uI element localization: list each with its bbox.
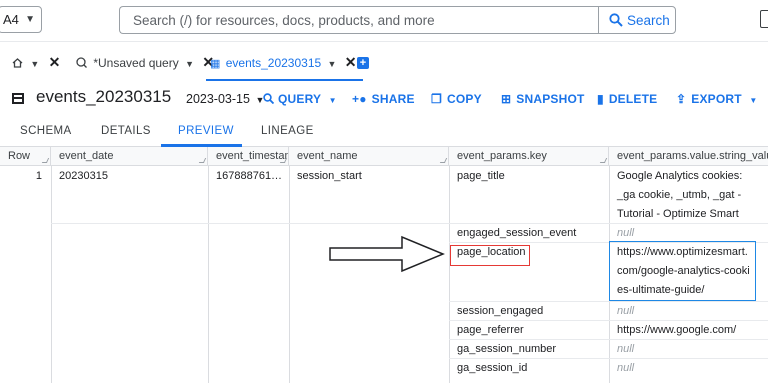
resize-grip-icon[interactable] bbox=[599, 158, 608, 163]
date-selector[interactable]: 2023-03-15 ▼ bbox=[186, 92, 264, 106]
tab-schema[interactable]: SCHEMA bbox=[20, 125, 72, 137]
column-header-event-date: event_date bbox=[51, 147, 208, 166]
search-icon bbox=[263, 93, 275, 105]
column-header-label: event_params.value.string_value bbox=[617, 150, 768, 162]
delete-button-label: DELETE bbox=[608, 92, 658, 106]
row-divider bbox=[51, 223, 449, 224]
trash-icon: ▮ bbox=[597, 92, 604, 106]
query-icon bbox=[76, 57, 87, 68]
caret-down-icon: ▼ bbox=[328, 96, 337, 105]
tab-events-table[interactable]: ▦ events_20230315 ▼ ✕ bbox=[206, 42, 363, 82]
highlight-box-value bbox=[609, 241, 756, 301]
table-icon bbox=[12, 93, 24, 104]
param-key: engaged_session_event bbox=[457, 227, 577, 239]
delete-button[interactable]: ▮ DELETE bbox=[597, 92, 657, 106]
tab-events-table-label: events_20230315 bbox=[225, 56, 322, 70]
tab-unsaved-query-label: *Unsaved query bbox=[93, 56, 179, 70]
date-value: 2023-03-15 bbox=[186, 92, 250, 106]
column-header-event-name: event_name bbox=[289, 147, 449, 166]
close-tab-icon[interactable]: ✕ bbox=[345, 54, 357, 70]
search-button-label: Search bbox=[627, 13, 670, 28]
cell-event-name: session_start bbox=[297, 170, 362, 182]
column-header-event-params-key: event_params.key bbox=[449, 147, 609, 166]
tab-details[interactable]: DETAILS bbox=[101, 125, 151, 137]
highlight-box-key bbox=[450, 245, 530, 266]
param-key: page_title bbox=[457, 170, 505, 182]
new-tab-plus-icon[interactable]: + bbox=[357, 57, 369, 69]
search-button[interactable]: Search bbox=[598, 6, 676, 34]
row-number: 1 bbox=[35, 170, 42, 182]
home-icon bbox=[12, 58, 23, 68]
share-button[interactable]: +● SHARE bbox=[352, 92, 415, 106]
column-header-event-params-value: event_params.value.string_value bbox=[609, 147, 768, 166]
param-value-null: null bbox=[617, 305, 635, 317]
query-button[interactable]: QUERY ▼ bbox=[263, 92, 337, 106]
resize-grip-icon[interactable] bbox=[41, 158, 50, 163]
param-value: Google Analytics cookies: _ga cookie, _u… bbox=[617, 170, 743, 220]
add-person-icon: +● bbox=[352, 92, 367, 106]
column-divider bbox=[208, 166, 209, 383]
cell-event-timestamp: 167888761… bbox=[216, 170, 283, 182]
column-header-label: event_name bbox=[297, 150, 358, 162]
column-header-row: Row bbox=[0, 147, 51, 166]
annotation-arrow bbox=[329, 235, 445, 273]
column-divider bbox=[51, 166, 52, 383]
table-icon: ▦ bbox=[210, 58, 221, 70]
param-key: ga_session_number bbox=[457, 343, 557, 355]
tab-query-caret-icon[interactable]: ▼ bbox=[185, 59, 194, 69]
param-key: session_engaged bbox=[457, 305, 544, 317]
param-value-null: null bbox=[617, 343, 635, 355]
cell-event-date: 20230315 bbox=[59, 170, 108, 182]
snapshot-button-label: SNAPSHOT bbox=[516, 92, 585, 106]
param-value: https://www.google.com/ bbox=[617, 324, 737, 336]
page-title: events_20230315 bbox=[36, 87, 172, 106]
column-header-label: event_params.key bbox=[457, 150, 547, 162]
terminal-icon[interactable] bbox=[760, 10, 768, 28]
table-toolbar: events_20230315 2023-03-15 ▼ QUERY ▼ +● S… bbox=[0, 81, 768, 117]
column-header-event-timestamp: event_timestamp bbox=[208, 147, 289, 166]
snapshot-icon: ⊞ bbox=[501, 92, 512, 106]
snapshot-button[interactable]: ⊞ SNAPSHOT bbox=[501, 92, 585, 106]
copy-icon: ❐ bbox=[431, 92, 442, 106]
tab-preview[interactable]: PREVIEW bbox=[178, 125, 234, 137]
column-header-label: event_timestamp bbox=[216, 150, 288, 162]
query-button-label: QUERY bbox=[278, 92, 322, 106]
param-key: ga_session_id bbox=[457, 362, 528, 374]
close-tab-icon[interactable]: ✕ bbox=[49, 54, 61, 70]
column-divider bbox=[289, 166, 290, 383]
tab-table-caret-icon[interactable]: ▼ bbox=[328, 59, 337, 69]
column-header-label: Row bbox=[8, 150, 31, 162]
copy-button[interactable]: ❐ COPY bbox=[431, 92, 482, 106]
resize-grip-icon[interactable] bbox=[439, 158, 448, 163]
project-name: A4 bbox=[3, 12, 19, 27]
param-value-null: null bbox=[617, 362, 635, 374]
export-button[interactable]: ⇪ EXPORT ▼ bbox=[676, 92, 757, 106]
table-detail-tabs: SCHEMA DETAILS PREVIEW LINEAGE bbox=[0, 117, 768, 147]
column-header-label: event_date bbox=[59, 150, 114, 162]
project-selector[interactable]: A4 ▼ bbox=[0, 6, 42, 33]
export-button-label: EXPORT bbox=[691, 92, 742, 106]
top-search-bar: A4 ▼ Search (/) for resources, docs, pro… bbox=[0, 0, 768, 41]
param-key: page_referrer bbox=[457, 324, 524, 336]
share-button-label: SHARE bbox=[371, 92, 415, 106]
search-placeholder: Search (/) for resources, docs, products… bbox=[133, 13, 435, 28]
tab-home[interactable]: ▼ ✕ bbox=[12, 42, 60, 82]
caret-down-icon: ▼ bbox=[25, 14, 35, 25]
tab-lineage[interactable]: LINEAGE bbox=[261, 125, 314, 137]
tab-unsaved-query[interactable]: *Unsaved query ▼ ✕ bbox=[76, 42, 214, 82]
copy-button-label: COPY bbox=[446, 92, 482, 106]
search-input[interactable]: Search (/) for resources, docs, products… bbox=[119, 6, 599, 34]
search-icon bbox=[609, 13, 623, 27]
tab-home-caret-icon[interactable]: ▼ bbox=[30, 59, 39, 69]
export-icon: ⇪ bbox=[676, 92, 687, 106]
resize-grip-icon[interactable] bbox=[198, 158, 207, 163]
caret-down-icon: ▼ bbox=[749, 96, 758, 105]
editor-tab-strip: ▼ ✕ *Unsaved query ▼ ✕ ▦ events_20230315… bbox=[0, 41, 768, 82]
